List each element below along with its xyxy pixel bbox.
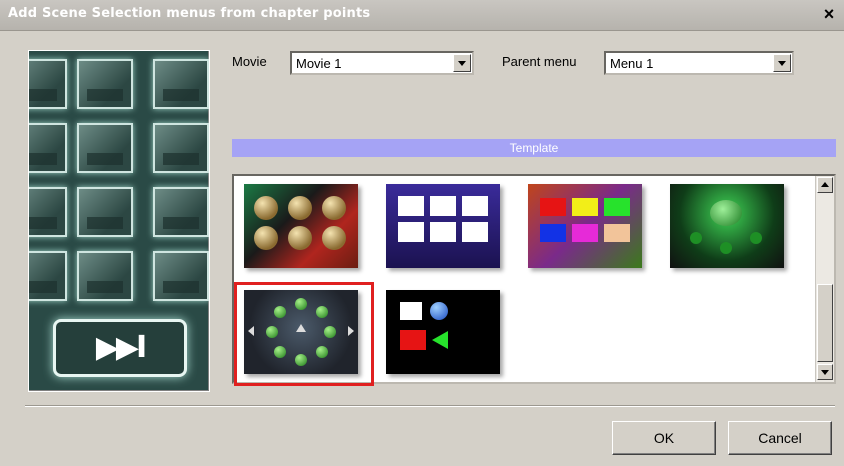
ok-button[interactable]: OK	[612, 421, 716, 455]
cancel-button[interactable]: Cancel	[728, 421, 832, 455]
next-chapter-glyph: ▶▶I	[95, 330, 147, 365]
purple-grid-template[interactable]	[386, 184, 500, 268]
preview-thumbnail	[153, 187, 209, 237]
parent-menu-select[interactable]: Menu 1	[604, 51, 794, 75]
sphere	[254, 196, 278, 220]
color-block	[572, 198, 598, 216]
green-orb	[750, 232, 762, 244]
green-arrow-icon	[432, 331, 448, 349]
blue-orb	[430, 302, 448, 320]
preview-thumbnail	[29, 59, 67, 109]
green-orb	[720, 242, 732, 254]
green-orb	[316, 306, 328, 318]
grid-cell	[462, 222, 488, 242]
brass-spheres-template[interactable]	[244, 184, 358, 268]
scroll-up-icon[interactable]	[817, 177, 833, 193]
color-block	[540, 198, 566, 216]
green-orb	[710, 200, 742, 226]
right-arrow-icon	[348, 326, 354, 336]
color-block	[604, 198, 630, 216]
grid-cell	[430, 222, 456, 242]
sphere	[322, 196, 346, 220]
black-minimal-template[interactable]	[386, 290, 500, 374]
up-arrow-icon	[296, 324, 306, 332]
scroll-down-icon[interactable]	[817, 364, 833, 380]
white-square	[400, 302, 422, 320]
color-block	[540, 224, 566, 242]
preview-thumbnail	[77, 123, 133, 173]
green-orb	[316, 346, 328, 358]
scene-selection-dialog: Add Scene Selection menus from chapter p…	[0, 0, 844, 466]
green-orb	[274, 306, 286, 318]
menu-preview: ▶▶I	[28, 50, 210, 392]
close-icon[interactable]: ×	[818, 3, 840, 25]
movie-select-value: Movie 1	[296, 56, 342, 71]
divider	[25, 405, 835, 407]
green-orb	[274, 346, 286, 358]
color-blocks-template[interactable]	[528, 184, 642, 268]
dialog-title: Add Scene Selection menus from chapter p…	[8, 6, 371, 21]
template-gallery	[232, 174, 836, 386]
color-block	[572, 224, 598, 242]
preview-thumbnail	[77, 251, 133, 301]
sphere	[288, 196, 312, 220]
green-orb	[295, 354, 307, 366]
green-orbs-circle-template[interactable]	[244, 290, 358, 374]
next-chapter-icon: ▶▶I	[53, 319, 187, 377]
preview-thumbnail	[153, 59, 209, 109]
preview-thumbnail	[77, 187, 133, 237]
preview-thumbnail	[153, 251, 209, 301]
parent-menu-label: Parent menu	[502, 54, 577, 69]
chevron-down-icon[interactable]	[453, 54, 471, 72]
sphere	[254, 226, 278, 250]
parent-menu-select-value: Menu 1	[610, 56, 654, 71]
grid-cell	[398, 222, 424, 242]
red-square	[400, 330, 426, 350]
chevron-down-icon[interactable]	[773, 54, 791, 72]
sphere	[288, 226, 312, 250]
grid-cell	[430, 196, 456, 216]
green-orb	[690, 232, 702, 244]
title-bar[interactable]: Add Scene Selection menus from chapter p…	[0, 0, 844, 31]
preview-thumbnail	[29, 187, 67, 237]
movie-select[interactable]: Movie 1	[290, 51, 474, 75]
preview-thumbnail	[29, 123, 67, 173]
preview-thumbnail	[77, 59, 133, 109]
preview-thumbnail	[153, 123, 209, 173]
green-alien-template[interactable]	[670, 184, 784, 268]
grid-cell	[462, 196, 488, 216]
gallery-scrollbar[interactable]	[815, 176, 834, 382]
movie-label: Movie	[232, 54, 267, 69]
scrollbar-thumb[interactable]	[817, 284, 833, 362]
preview-thumbnail	[29, 251, 67, 301]
green-orb	[266, 326, 278, 338]
grid-cell	[398, 196, 424, 216]
template-header: Template	[232, 139, 836, 157]
green-orb	[324, 326, 336, 338]
color-block	[604, 224, 630, 242]
left-arrow-icon	[248, 326, 254, 336]
green-orb	[295, 298, 307, 310]
sphere	[322, 226, 346, 250]
